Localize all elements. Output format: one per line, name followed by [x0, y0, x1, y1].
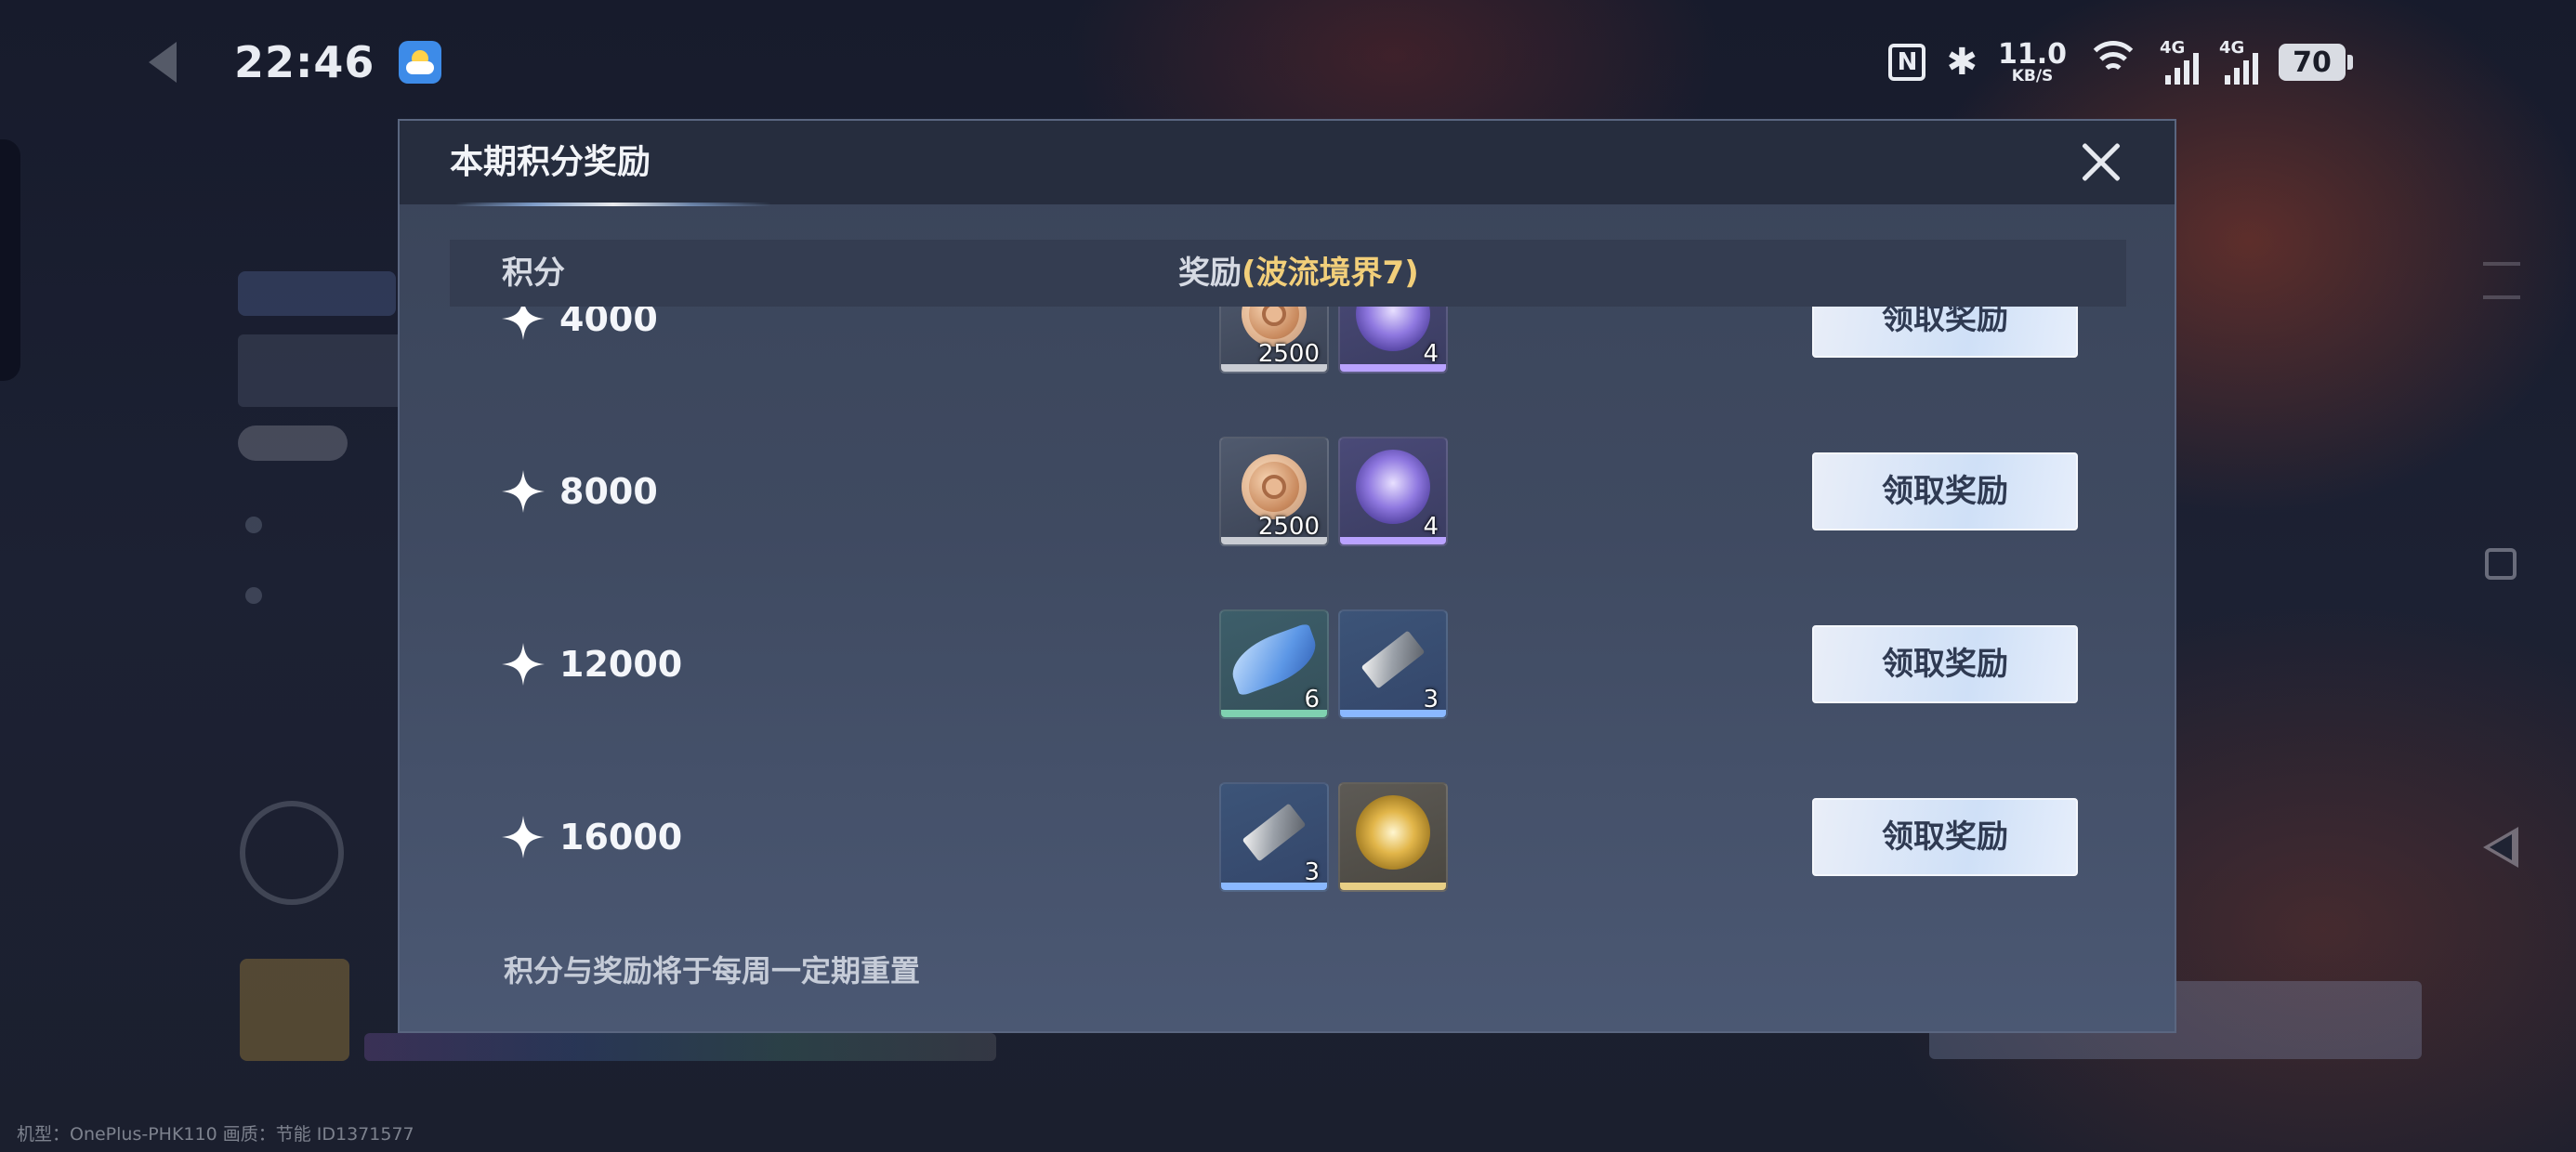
- rarity-bar: [1221, 537, 1327, 544]
- reward-item[interactable]: 6: [1219, 609, 1329, 719]
- reward-item[interactable]: 4: [1338, 307, 1448, 373]
- sparkle-icon: [502, 307, 545, 340]
- score-value: 16000: [559, 817, 683, 857]
- background-bullet: [245, 587, 262, 604]
- device-watermark: 机型：OnePlus-PHK110 画质：节能 ID1371577: [17, 1124, 414, 1145]
- reward-row: 4000 2500 4 领取奖励: [400, 307, 2175, 405]
- close-button[interactable]: [2080, 141, 2123, 184]
- reward-item[interactable]: 2500: [1219, 307, 1329, 373]
- bluetooth-icon: ✱: [1946, 41, 1978, 84]
- rarity-bar: [1221, 710, 1327, 717]
- score-cell: 16000: [500, 751, 682, 923]
- reward-items: 2500 4: [1219, 307, 1448, 373]
- wifi-icon: [2085, 41, 2141, 84]
- rarity-bar: [1340, 883, 1446, 890]
- score-value: 8000: [559, 471, 658, 512]
- rarity-bar: [1221, 883, 1327, 890]
- claim-reward-button[interactable]: 领取奖励: [1812, 625, 2078, 703]
- reward-items: 3: [1219, 782, 1448, 892]
- recent-apps-icon[interactable]: [2485, 548, 2517, 580]
- background-circle-icon: [240, 801, 344, 905]
- reward-row: 12000 6 3 领取奖励: [400, 578, 2175, 751]
- reward-item[interactable]: 2500: [1219, 437, 1329, 546]
- score-value: 4000: [559, 307, 658, 339]
- sparkle-icon: [502, 816, 545, 858]
- reward-item[interactable]: [1338, 782, 1448, 892]
- background-side-tab: [0, 139, 20, 381]
- sim1-network-type: 4G: [2160, 38, 2186, 58]
- background-item-strip: [364, 1033, 996, 1061]
- sparkle-icon: [502, 643, 545, 686]
- reset-footnote: 积分与奖励将于每周一定期重置: [504, 953, 921, 988]
- network-speed: 11.0 KB/S: [1997, 37, 2067, 85]
- reward-items: 6 3: [1219, 609, 1448, 719]
- column-header-score: 积分: [502, 255, 565, 292]
- status-clock: 22:46: [234, 37, 375, 87]
- claim-reward-button[interactable]: 领取奖励: [1812, 452, 2078, 530]
- rarity-bar: [1221, 364, 1327, 372]
- back-arrow-icon[interactable]: [149, 42, 177, 83]
- nfc-icon: N: [1888, 44, 1926, 81]
- battery-indicator: 70: [2279, 44, 2353, 81]
- column-header-reward-label: 奖励: [1178, 255, 1242, 292]
- reward-item[interactable]: 3: [1219, 782, 1329, 892]
- claim-reward-button[interactable]: 领取奖励: [1812, 798, 2078, 876]
- status-bar-left: 22:46: [149, 33, 442, 91]
- purple-orb-icon: [1356, 450, 1430, 525]
- network-speed-value: 11.0: [1997, 37, 2067, 71]
- signal-sim2-icon: 4G: [2219, 38, 2258, 85]
- nav-back-icon[interactable]: [2483, 827, 2518, 868]
- status-bar-right: N ✱ 11.0 KB/S 4G 4G 70: [1888, 33, 2353, 91]
- score-cell: 12000: [500, 578, 682, 751]
- reward-tier-label: (波流境界7): [1242, 255, 1419, 292]
- background-pill: [238, 425, 348, 461]
- sparkle-icon: [502, 470, 545, 513]
- bronze-coin-icon: [1242, 454, 1307, 520]
- score-cell: 8000: [500, 405, 658, 578]
- reward-list[interactable]: 4000 2500 4 领取奖励 8000 2500 4 领取奖励 12000 …: [400, 307, 2175, 1024]
- reward-row: 16000 3 领取奖励: [400, 751, 2175, 923]
- reward-row: 8000 2500 4 领取奖励: [400, 405, 2175, 578]
- menu-icon: [2483, 262, 2520, 299]
- rarity-bar: [1340, 537, 1446, 544]
- title-glow-decoration: [455, 203, 771, 206]
- points-reward-dialog: 本期积分奖励 积分 奖励(波流境界7) 4000 2500 4 领取奖励 800…: [398, 119, 2176, 1033]
- signal-sim1-icon: 4G: [2160, 38, 2199, 85]
- silver-ingot-icon: [1242, 803, 1307, 862]
- reward-items: 2500 4: [1219, 437, 1448, 546]
- rarity-bar: [1340, 364, 1446, 372]
- claim-reward-button[interactable]: 领取奖励: [1812, 307, 2078, 358]
- background-gold-card: [240, 959, 349, 1061]
- table-header: 积分 奖励(波流境界7): [450, 240, 2126, 307]
- reward-item[interactable]: 3: [1338, 609, 1448, 719]
- score-value: 12000: [559, 644, 683, 685]
- network-speed-unit: KB/S: [2011, 66, 2054, 85]
- dialog-header: [400, 121, 2175, 204]
- weather-app-icon: [399, 41, 442, 84]
- purple-orb-icon: [1356, 307, 1430, 352]
- column-header-reward: 奖励(波流境界7): [1178, 240, 1419, 307]
- dialog-title: 本期积分奖励: [450, 143, 651, 181]
- background-chip: [238, 271, 396, 316]
- silver-ingot-icon: [1360, 630, 1426, 689]
- sim2-network-type: 4G: [2219, 38, 2245, 58]
- background-bullet: [245, 517, 262, 533]
- score-cell: 4000: [500, 307, 658, 405]
- reward-item[interactable]: 4: [1338, 437, 1448, 546]
- background-title-block: [238, 334, 405, 407]
- rarity-bar: [1340, 710, 1446, 717]
- gold-swirl-icon: [1356, 795, 1430, 871]
